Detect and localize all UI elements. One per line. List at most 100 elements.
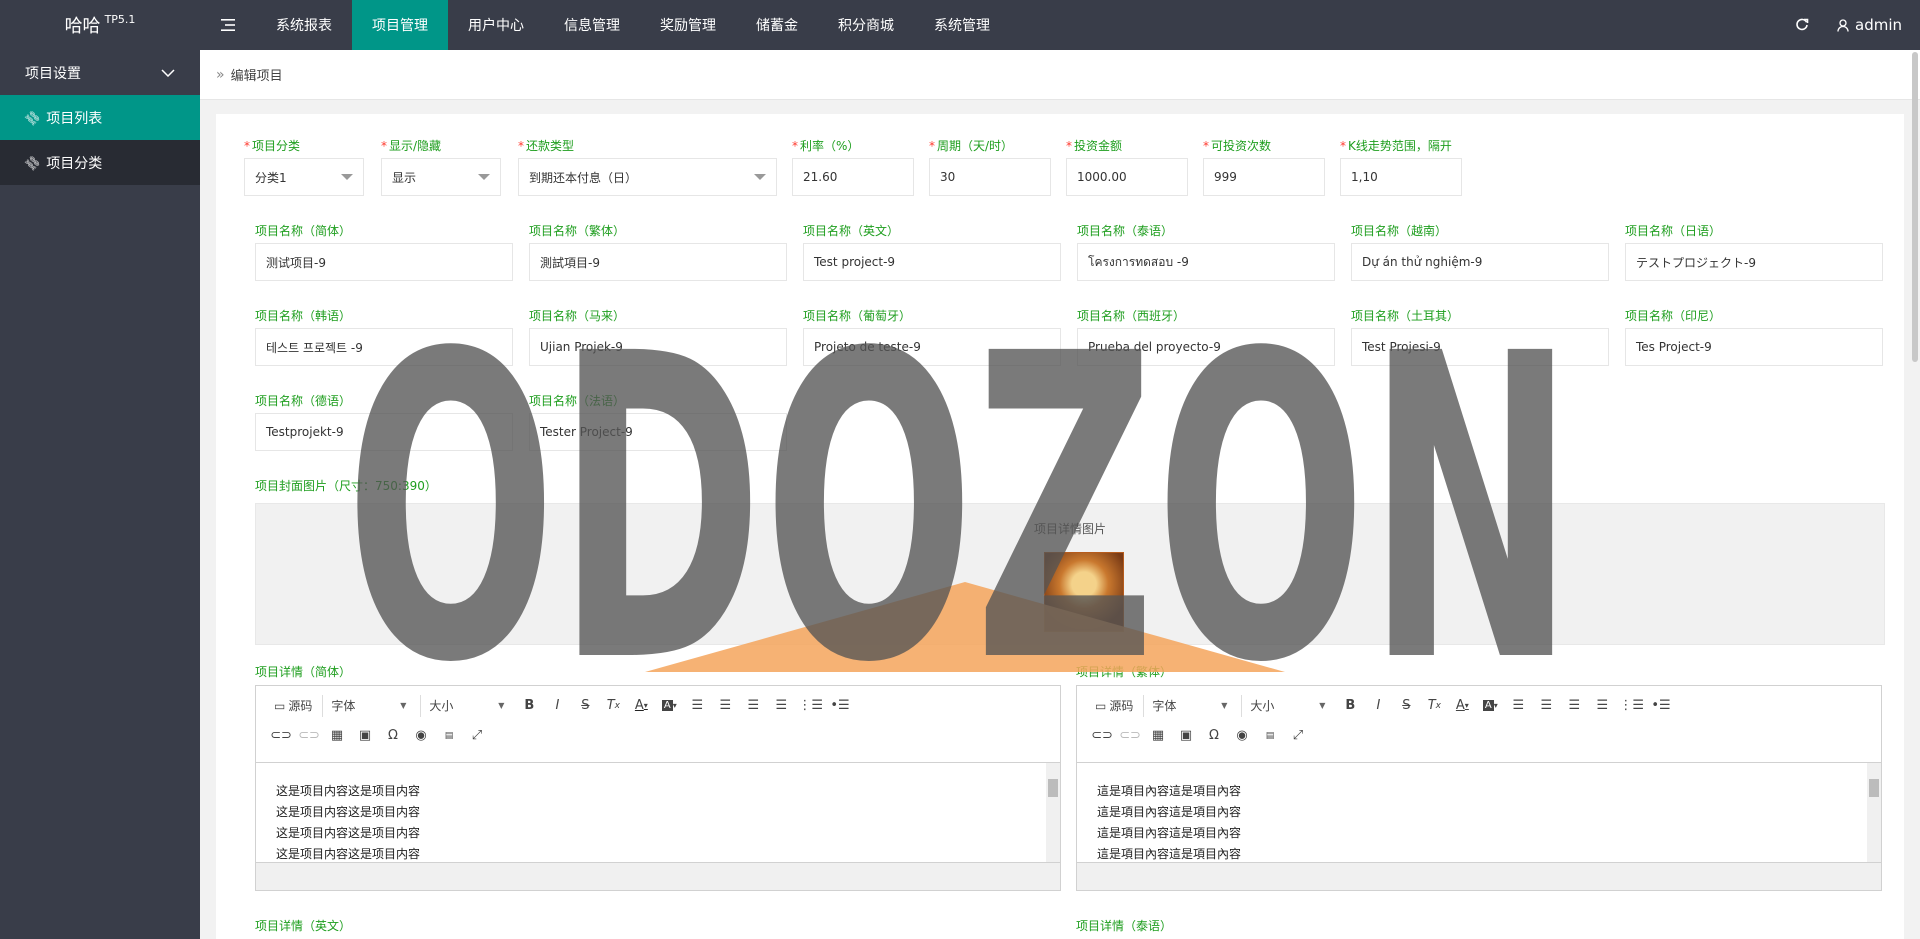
- italic-icon[interactable]: I: [1367, 695, 1389, 717]
- align-center-icon[interactable]: ☰: [714, 695, 736, 717]
- name-zh-cn-input[interactable]: 测试项目-9: [255, 243, 513, 281]
- text-color-icon[interactable]: A ▾: [1451, 695, 1473, 717]
- remove-format-icon[interactable]: Tx: [1423, 695, 1445, 717]
- top-nav-item-points-mall[interactable]: 积分商城: [818, 0, 914, 50]
- strikethrough-icon[interactable]: S: [1395, 695, 1417, 717]
- italic-icon[interactable]: I: [546, 695, 568, 717]
- flash-icon[interactable]: ◉: [410, 725, 432, 747]
- maximize-icon[interactable]: ⤢: [1287, 725, 1309, 747]
- image-icon[interactable]: ▣: [1175, 725, 1197, 747]
- numbered-list-icon[interactable]: ⋮☰: [1619, 695, 1644, 717]
- source-button[interactable]: ▭ 源码: [1091, 695, 1137, 717]
- editor-content[interactable]: 这是项目内容这是项目内容 这是项目内容这是项目内容 这是项目内容这是项目内容 这…: [256, 762, 1060, 862]
- editor-scrollbar[interactable]: [1046, 763, 1060, 862]
- unlink-icon[interactable]: ⊂⊃: [298, 725, 320, 747]
- iframe-icon[interactable]: ▤: [1259, 725, 1281, 747]
- special-char-icon[interactable]: Ω: [382, 725, 404, 747]
- sidebar-item-project-list[interactable]: ⛓ 项目列表: [0, 95, 200, 140]
- name-en-input[interactable]: Test project-9: [803, 243, 1061, 281]
- top-nav-item-savings[interactable]: 储蓄金: [736, 0, 818, 50]
- detail-zh-tw-field: 项目详情（繁体）: [1076, 664, 1476, 680]
- name-tr-input[interactable]: Test Projesi-9: [1351, 328, 1609, 366]
- cover-thumbnail-image[interactable]: [1044, 552, 1124, 632]
- link-icon: ⛓: [22, 152, 43, 173]
- sidebar-item-project-category[interactable]: ⛓ 项目分类: [0, 140, 200, 185]
- font-combo[interactable]: 字体 ▼: [322, 694, 414, 717]
- table-icon[interactable]: ▦: [326, 725, 348, 747]
- name-es-input[interactable]: Prueba del proyecto-9: [1077, 328, 1335, 366]
- name-de-input[interactable]: Testprojekt-9: [255, 413, 513, 451]
- font-combo[interactable]: 字体 ▼: [1143, 694, 1235, 717]
- flash-icon[interactable]: ◉: [1231, 725, 1253, 747]
- editor-scrollbar[interactable]: [1867, 763, 1881, 862]
- category-select[interactable]: 分类1: [244, 158, 364, 196]
- name-th-input[interactable]: โครงการทดสอบ -9: [1077, 243, 1335, 281]
- bulleted-list-icon[interactable]: •☰: [829, 695, 851, 717]
- rate-input[interactable]: 21.60: [792, 158, 914, 196]
- brand-logo[interactable]: 哈哈 TP5.1: [0, 0, 200, 50]
- align-justify-icon[interactable]: ☰: [770, 695, 792, 717]
- align-right-icon[interactable]: ☰: [742, 695, 764, 717]
- image-icon[interactable]: ▣: [354, 725, 376, 747]
- remove-format-icon[interactable]: Tx: [602, 695, 624, 717]
- times-label: * 可投资次数: [1203, 139, 1272, 153]
- bold-icon[interactable]: B: [518, 695, 540, 717]
- background-color-icon[interactable]: A ▾: [658, 695, 680, 717]
- iframe-icon[interactable]: ▤: [438, 725, 460, 747]
- editor-line: 这是项目内容这是项目内容: [276, 826, 421, 840]
- visibility-select[interactable]: 显示: [381, 158, 501, 196]
- link-icon[interactable]: ⊂⊃: [270, 725, 292, 747]
- brand-version: TP5.1: [104, 12, 136, 26]
- align-justify-icon[interactable]: ☰: [1591, 695, 1613, 717]
- menu-toggle-icon[interactable]: [200, 0, 256, 50]
- source-button[interactable]: ▭ 源码: [270, 695, 316, 717]
- name-label: 项目名称（法语）: [529, 394, 626, 408]
- align-right-icon[interactable]: ☰: [1563, 695, 1585, 717]
- editor-content[interactable]: 這是項目內容這是項目內容 這是項目內容這是項目內容 這是項目內容這是項目內容 這…: [1077, 762, 1881, 862]
- strikethrough-icon[interactable]: S: [574, 695, 596, 717]
- visibility-field: * 显示/隐藏 显示: [381, 138, 501, 196]
- top-nav-item-rewards[interactable]: 奖励管理: [640, 0, 736, 50]
- name-zh-tw-input[interactable]: 測試項目-9: [529, 243, 787, 281]
- size-combo[interactable]: 大小 ▼: [1241, 694, 1333, 717]
- name-ms-input[interactable]: Ujian Projek-9: [529, 328, 787, 366]
- name-fr-input[interactable]: Tester Project-9: [529, 413, 787, 451]
- bulleted-list-icon[interactable]: •☰: [1650, 695, 1672, 717]
- name-ko-input[interactable]: 테스트 프로젝트 -9: [255, 328, 513, 366]
- align-center-icon[interactable]: ☰: [1535, 695, 1557, 717]
- times-input[interactable]: 999: [1203, 158, 1325, 196]
- refresh-icon[interactable]: [1777, 0, 1827, 50]
- amount-input[interactable]: 1000.00: [1066, 158, 1188, 196]
- name-id-input[interactable]: Tes Project-9: [1625, 328, 1883, 366]
- text-color-icon[interactable]: A ▾: [630, 695, 652, 717]
- editor-resize-bar[interactable]: [1077, 862, 1881, 890]
- top-nav-item-projects[interactable]: 项目管理: [352, 0, 448, 50]
- editor-line: 這是項目內容這是項目內容: [1097, 784, 1242, 798]
- special-char-icon[interactable]: Ω: [1203, 725, 1225, 747]
- background-color-icon[interactable]: A ▾: [1479, 695, 1501, 717]
- kline-input[interactable]: 1,10: [1340, 158, 1462, 196]
- align-left-icon[interactable]: ☰: [1507, 695, 1529, 717]
- name-pt-input[interactable]: Projeto de teste-9: [803, 328, 1061, 366]
- name-ja-input[interactable]: テストプロジェクト-9: [1625, 243, 1883, 281]
- table-icon[interactable]: ▦: [1147, 725, 1169, 747]
- page-scrollbar[interactable]: [1912, 52, 1918, 362]
- top-nav-item-info[interactable]: 信息管理: [544, 0, 640, 50]
- period-input[interactable]: 30: [929, 158, 1051, 196]
- top-nav-item-reports[interactable]: 系统报表: [256, 0, 352, 50]
- top-nav-item-users[interactable]: 用户中心: [448, 0, 544, 50]
- editor-resize-bar[interactable]: [256, 862, 1060, 890]
- top-nav-item-system[interactable]: 系统管理: [914, 0, 1010, 50]
- size-combo[interactable]: 大小 ▼: [420, 694, 512, 717]
- link-icon[interactable]: ⊂⊃: [1091, 725, 1113, 747]
- user-menu[interactable]: admin: [1827, 0, 1920, 50]
- cover-upload-area[interactable]: 项目详情图片: [255, 503, 1885, 645]
- maximize-icon[interactable]: ⤢: [466, 725, 488, 747]
- numbered-list-icon[interactable]: ⋮☰: [798, 695, 823, 717]
- unlink-icon[interactable]: ⊂⊃: [1119, 725, 1141, 747]
- name-vi-input[interactable]: Dự án thử nghiệm-9: [1351, 243, 1609, 281]
- align-left-icon[interactable]: ☰: [686, 695, 708, 717]
- repay-type-select[interactable]: 到期还本付息（日）: [518, 158, 777, 196]
- bold-icon[interactable]: B: [1339, 695, 1361, 717]
- sidebar-group-project-settings[interactable]: 项目设置: [0, 50, 200, 95]
